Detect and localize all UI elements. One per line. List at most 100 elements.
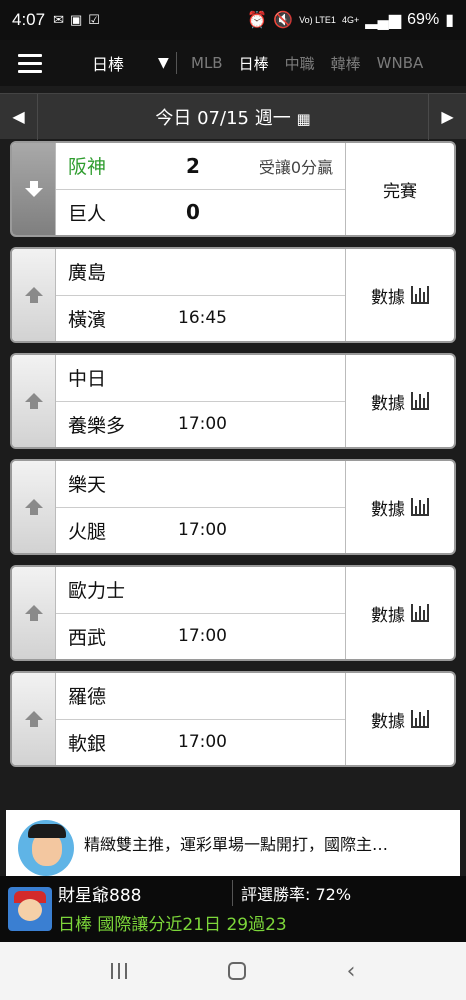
expert-banner[interactable]: 財星爺888 評選勝率: 72% 日棒 國際讓分近21日 29過23	[0, 876, 466, 942]
stats-button[interactable]: 數據	[346, 673, 454, 765]
away-row: 巨人 0	[56, 188, 345, 236]
divider	[232, 880, 233, 906]
home-row: 樂天	[56, 461, 345, 507]
home-icon[interactable]	[227, 962, 246, 980]
date-bar: ◀ 今日 07/15 週一 ▦ ▶	[0, 93, 466, 140]
handicap-note: 受讓0分贏	[258, 157, 333, 177]
mute-icon: 🔇	[273, 12, 294, 29]
game-teams: 樂天 火腿 17:00	[56, 461, 346, 553]
prev-date-button[interactable]: ◀	[0, 93, 38, 140]
game-time: 16:45	[178, 308, 227, 329]
bar-chart-icon	[411, 498, 429, 516]
expand-arrow-icon[interactable]	[12, 249, 56, 341]
away-row: 軟銀 17:00	[56, 718, 345, 766]
game-card[interactable]: 阪神 2 受讓0分贏 巨人 0 完賽	[10, 141, 456, 237]
tab-wnba[interactable]: WNBA	[369, 54, 432, 72]
home-team: 中日	[68, 368, 107, 391]
mail-icon: ✉	[53, 12, 64, 27]
away-row: 火腿 17:00	[56, 506, 345, 554]
stats-button[interactable]: 數據	[346, 355, 454, 447]
status-bar: 4:07 ✉ ▣ ☑ ⏰ 🔇 Vo) LTE1 4G+ ▂▄▆ 69% ▮	[0, 0, 466, 40]
away-row: 養樂多 17:00	[56, 400, 345, 448]
bar-chart-icon	[411, 392, 429, 410]
home-team: 廣島	[68, 262, 107, 285]
system-nav-bar: ‹	[0, 942, 466, 1000]
collapse-arrow-icon[interactable]	[12, 143, 56, 235]
back-icon[interactable]: ‹	[347, 959, 356, 984]
game-card[interactable]: 歐力士 西武 17:00 數據	[10, 565, 456, 661]
home-row: 阪神 2 受讓0分贏	[56, 143, 345, 189]
game-teams: 歐力士 西武 17:00	[56, 567, 346, 659]
calendar-icon: ▦	[296, 109, 311, 128]
stats-button[interactable]: 數據	[346, 461, 454, 553]
ad-banner[interactable]: 精緻雙主推，運彩單場一點開打，國際主…	[6, 810, 460, 876]
expand-arrow-icon[interactable]	[12, 461, 56, 553]
status-right: ⏰ 🔇 Vo) LTE1 4G+ ▂▄▆ 69% ▮	[247, 10, 454, 30]
image-icon: ▣	[70, 12, 83, 27]
away-score: 0	[186, 200, 200, 225]
game-status[interactable]: 完賽	[346, 143, 454, 235]
game-teams: 廣島 橫濱 16:45	[56, 249, 346, 341]
league-selector[interactable]: 日棒	[92, 51, 156, 75]
status-label: 完賽	[383, 181, 417, 202]
home-row: 羅德	[56, 673, 345, 719]
stats-button[interactable]: 數據	[346, 249, 454, 341]
nav-divider	[176, 52, 177, 74]
game-teams: 阪神 2 受讓0分贏 巨人 0	[56, 143, 346, 235]
signal-icon: ▂▄▆	[365, 12, 402, 29]
away-team: 西武	[68, 626, 107, 649]
recent-apps-icon[interactable]	[110, 963, 127, 979]
expert-record: 日棒 國際讓分近21日 29過23	[58, 915, 287, 935]
away-team: 巨人	[68, 202, 107, 225]
game-card[interactable]: 羅德 軟銀 17:00 數據	[10, 671, 456, 767]
tab-mlb[interactable]: MLB	[183, 54, 231, 72]
away-row: 橫濱 16:45	[56, 294, 345, 342]
away-team: 養樂多	[68, 414, 126, 437]
stats-button[interactable]: 數據	[346, 567, 454, 659]
alarm-icon: ⏰	[247, 12, 268, 29]
bar-chart-icon	[411, 604, 429, 622]
battery-percent: 69%	[407, 11, 440, 28]
game-teams: 中日 養樂多 17:00	[56, 355, 346, 447]
menu-icon[interactable]	[18, 49, 42, 78]
next-date-button[interactable]: ▶	[428, 93, 466, 140]
away-team: 橫濱	[68, 308, 107, 331]
expand-arrow-icon[interactable]	[12, 355, 56, 447]
home-team: 歐力士	[68, 580, 126, 603]
game-card[interactable]: 中日 養樂多 17:00 數據	[10, 353, 456, 449]
check-icon: ☑	[88, 12, 100, 27]
game-list: 阪神 2 受讓0分贏 巨人 0 完賽 廣島 橫濱 16:45 數據 中日 養樂多…	[10, 141, 456, 777]
expand-arrow-icon[interactable]	[12, 673, 56, 765]
away-row: 西武 17:00	[56, 612, 345, 660]
bar-chart-icon	[411, 710, 429, 728]
tab-kbo[interactable]: 韓棒	[323, 53, 369, 74]
game-time: 17:00	[178, 414, 227, 435]
battery-icon: ▮	[445, 12, 454, 29]
game-time: 17:00	[178, 732, 227, 753]
stats-label: 數據	[371, 393, 405, 414]
stats-label: 數據	[371, 605, 405, 626]
game-card[interactable]: 廣島 橫濱 16:45 數據	[10, 247, 456, 343]
expand-arrow-icon[interactable]	[12, 567, 56, 659]
network-label: 4G+	[341, 14, 360, 25]
notification-icons: ✉ ▣ ☑	[53, 12, 100, 28]
expert-win-rate: 評選勝率: 72%	[241, 885, 352, 904]
game-card[interactable]: 樂天 火腿 17:00 數據	[10, 459, 456, 555]
tab-npb[interactable]: 日棒	[231, 53, 277, 74]
game-time: 17:00	[178, 520, 227, 541]
league-nav: 日棒 ▼ MLB 日棒 中職 韓棒 WNBA	[0, 40, 466, 86]
dropdown-caret-icon[interactable]: ▼	[158, 55, 176, 71]
home-row: 歐力士	[56, 567, 345, 613]
tab-cpbl[interactable]: 中職	[277, 53, 323, 74]
game-teams: 羅德 軟銀 17:00	[56, 673, 346, 765]
volte-label: Vo) LTE1	[299, 14, 336, 25]
stats-label: 數據	[371, 499, 405, 520]
expert-info: 財星爺888 評選勝率: 72% 日棒 國際讓分近21日 29過23	[58, 876, 466, 942]
expert-name: 財星爺888	[58, 885, 142, 906]
date-label[interactable]: 今日 07/15 週一 ▦	[38, 104, 428, 130]
stats-label: 數據	[371, 711, 405, 732]
home-row: 廣島	[56, 249, 345, 295]
date-text: 今日 07/15 週一	[155, 107, 291, 129]
home-row: 中日	[56, 355, 345, 401]
expert-avatar	[8, 887, 52, 931]
